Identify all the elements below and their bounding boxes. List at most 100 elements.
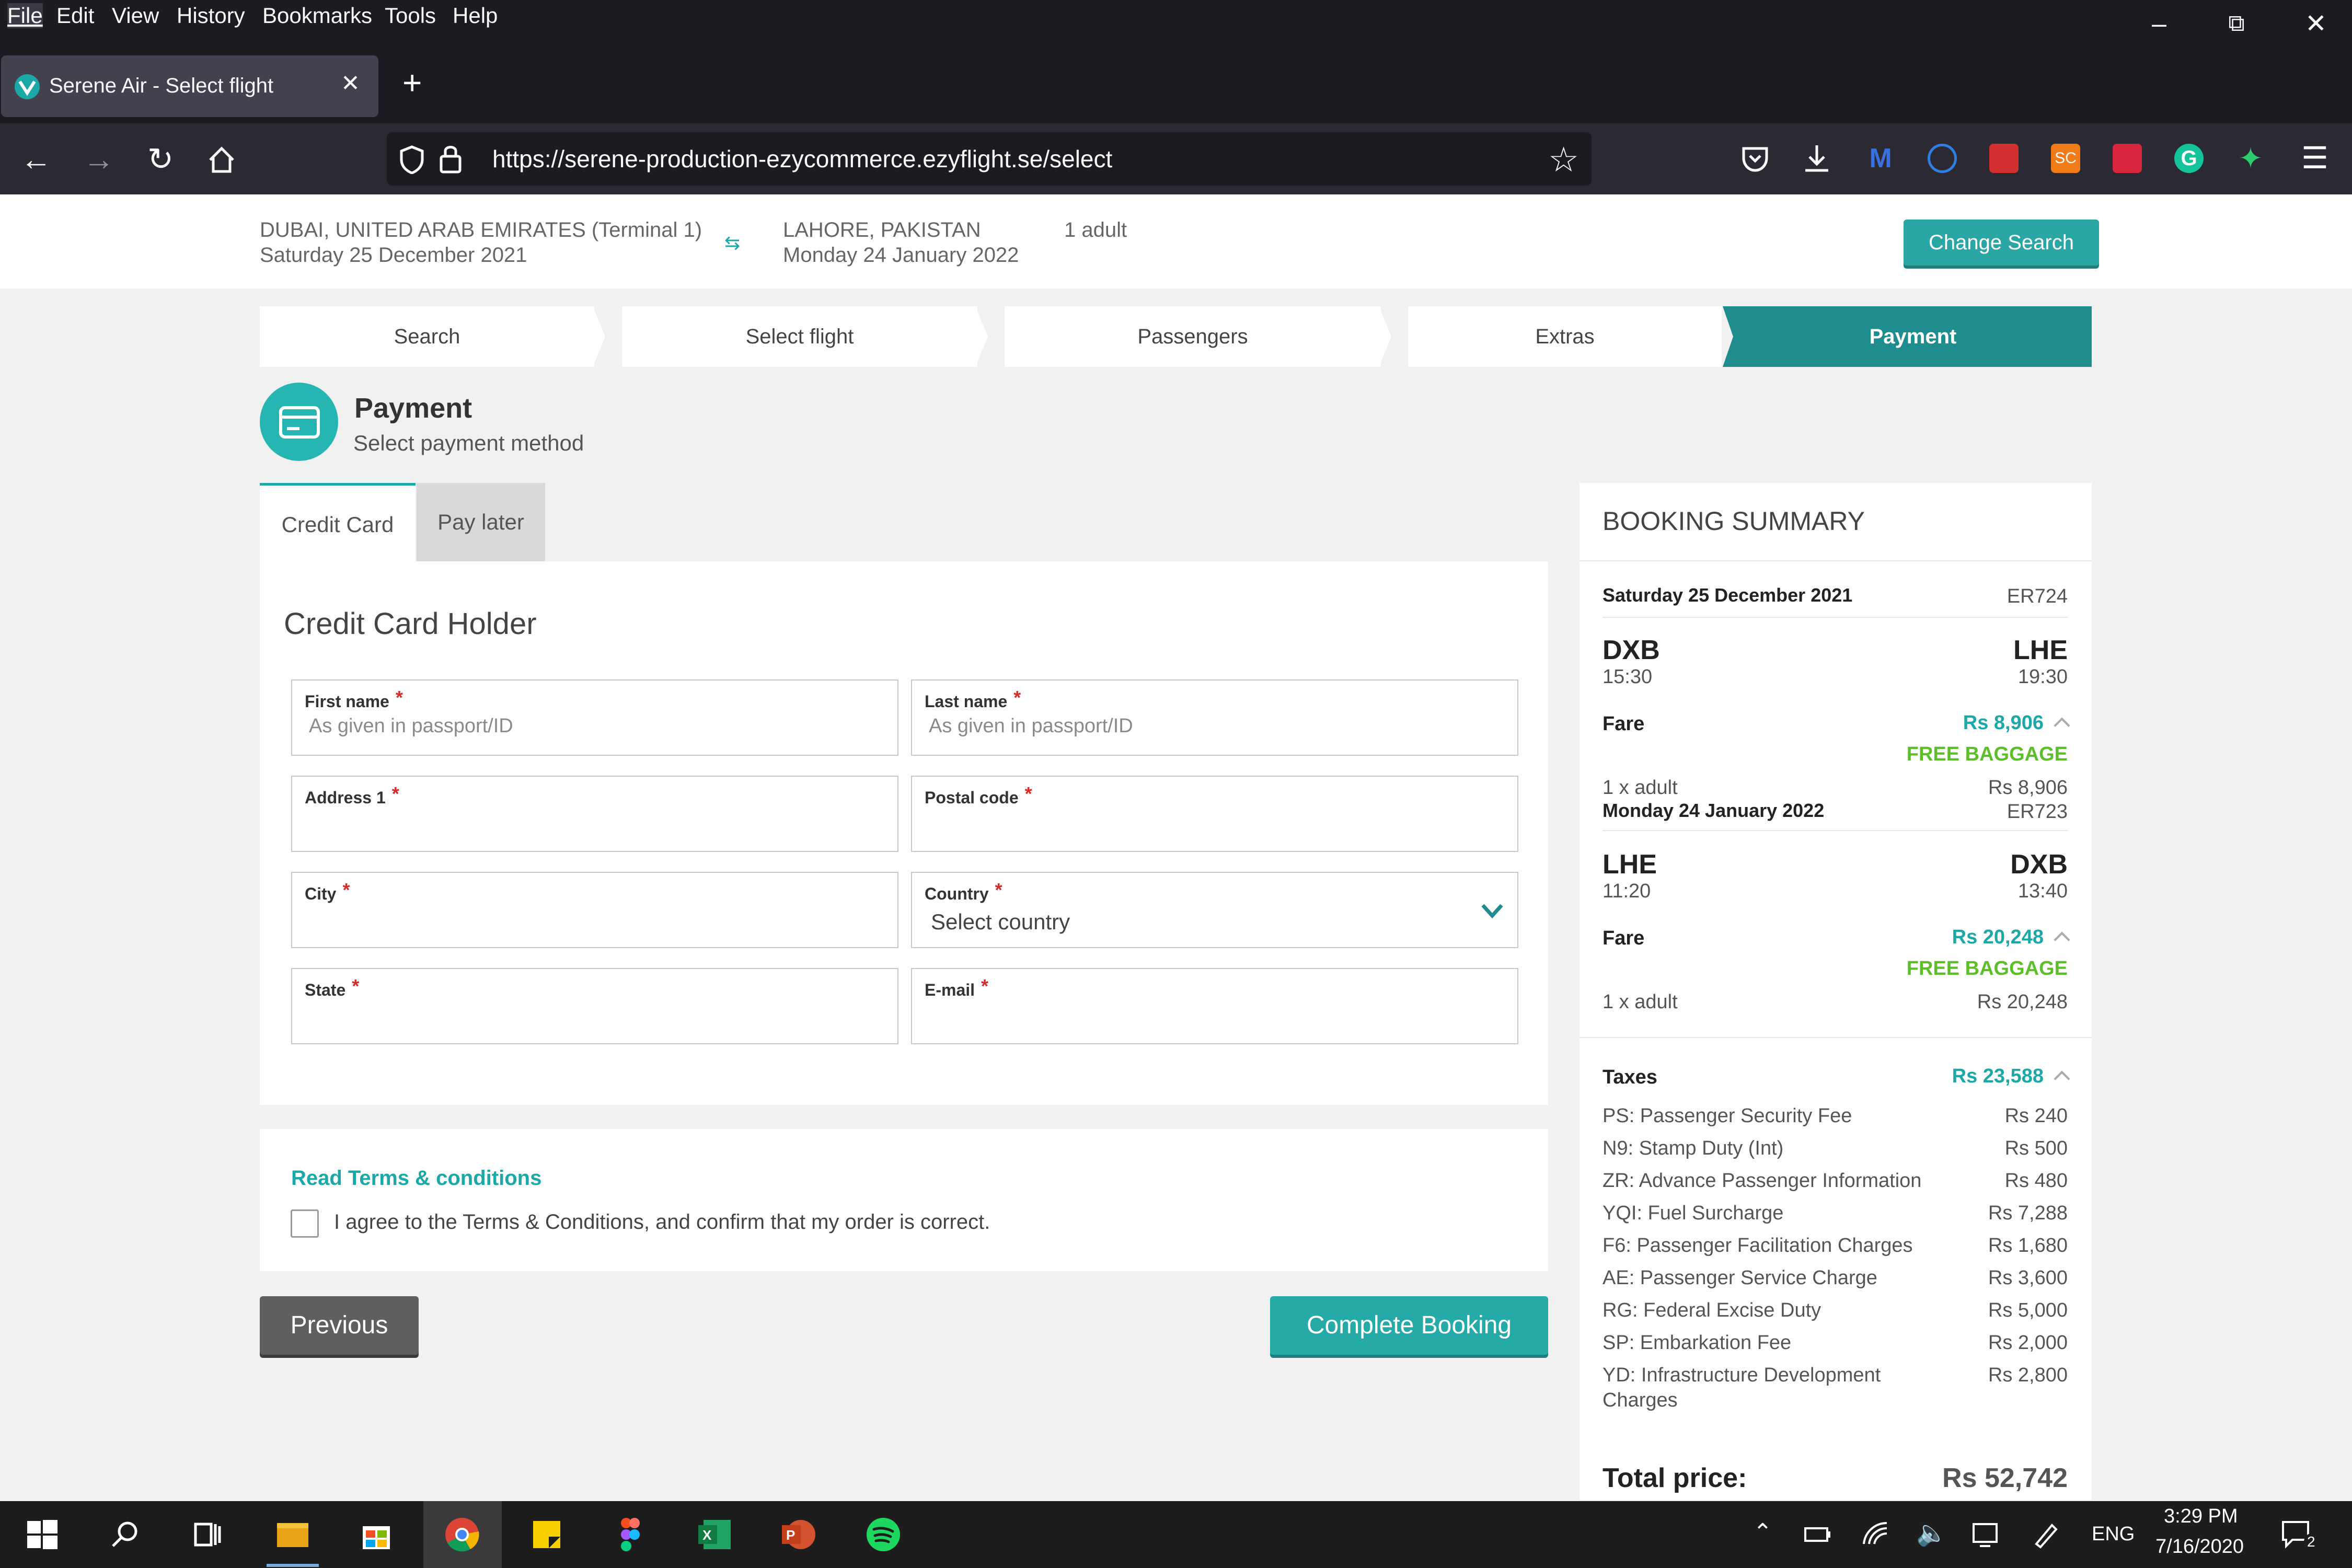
search-icon[interactable] <box>107 1516 144 1553</box>
country-select[interactable]: Country * Select country <box>911 872 1518 948</box>
terms-checkbox[interactable] <box>291 1209 319 1238</box>
last-name-placeholder: As given in passport/ID <box>929 715 1133 737</box>
spotify-icon[interactable] <box>864 1516 902 1553</box>
tab-credit-card[interactable]: Credit Card <box>260 483 416 561</box>
back-icon[interactable]: ← <box>13 136 60 183</box>
city-field[interactable]: City * <box>291 872 898 948</box>
tax-item-amount: Rs 240 <box>2004 1105 2068 1127</box>
menu-edit[interactable]: Edit <box>56 3 94 28</box>
city-label: City <box>305 884 337 903</box>
country-label: Country <box>925 884 989 903</box>
new-tab-icon[interactable]: + <box>402 66 422 99</box>
chevron-up-icon[interactable] <box>2054 931 2070 948</box>
figma-icon[interactable] <box>612 1516 649 1553</box>
postal-code-field[interactable]: Postal code * <box>911 776 1518 852</box>
menu-file[interactable]: File <box>7 3 43 28</box>
outbound-to-code: LHE <box>2013 635 2068 665</box>
hamburger-menu-icon[interactable]: ☰ <box>2291 135 2338 182</box>
change-search-button[interactable]: Change Search <box>1904 220 2099 266</box>
extension-green-icon[interactable]: ✦ <box>2236 144 2265 173</box>
extension-m-icon[interactable] <box>2113 144 2142 173</box>
lock-icon[interactable] <box>439 144 462 174</box>
menu-bookmarks[interactable]: Bookmarks <box>262 3 372 28</box>
menu-help[interactable]: Help <box>453 3 498 28</box>
terms-link[interactable]: Read Terms & conditions <box>291 1167 541 1190</box>
credit-card-form: Credit Card Holder First name * As given … <box>260 561 1548 1105</box>
chevron-up-icon[interactable] <box>2054 717 2070 734</box>
wifi-icon[interactable] <box>1862 1521 1891 1548</box>
last-name-field[interactable]: Last name * As given in passport/ID <box>911 679 1518 756</box>
step-extras[interactable]: Extras <box>1408 306 1722 367</box>
step-select-flight[interactable]: Select flight <box>622 306 977 367</box>
shield-icon[interactable] <box>398 145 425 174</box>
volume-icon[interactable]: 🔈 <box>1916 1518 1947 1548</box>
step-payment[interactable]: Payment <box>1734 306 2092 367</box>
payment-icon <box>260 383 338 461</box>
required-mark: * <box>981 975 989 997</box>
extension-sc-icon[interactable]: SC <box>2051 144 2080 173</box>
url-bar[interactable]: https://serene-production-ezycommerce.ez… <box>387 132 1592 186</box>
battery-icon[interactable] <box>1803 1523 1832 1546</box>
divider <box>1602 617 2068 618</box>
inbound-flight-number: ER723 <box>2007 801 2068 823</box>
onepassword-extension-icon[interactable] <box>1928 144 1957 173</box>
tax-item-amount: Rs 5,000 <box>1988 1299 2068 1321</box>
menu-history[interactable]: History <box>177 3 245 28</box>
forward-icon[interactable]: → <box>75 136 122 183</box>
previous-button[interactable]: Previous <box>260 1296 419 1355</box>
tab-close-icon[interactable]: ✕ <box>341 70 360 97</box>
tab-pay-later[interactable]: Pay later <box>417 483 545 561</box>
clock-date[interactable]: 7/16/2020 <box>2155 1536 2244 1558</box>
grammarly-extension-icon[interactable]: G <box>2174 144 2204 173</box>
tray-chevron-up-icon[interactable]: ⌃ <box>1753 1519 1772 1546</box>
file-explorer-icon[interactable] <box>274 1516 312 1553</box>
chrome-icon[interactable] <box>443 1516 481 1553</box>
origin-city: DUBAI, UNITED ARAB EMIRATES (Terminal 1) <box>260 218 702 241</box>
terms-section: Read Terms & conditions I agree to the T… <box>260 1129 1548 1271</box>
outbound-pax: 1 x adult <box>1602 777 1678 799</box>
active-app-indicator <box>267 1564 319 1567</box>
bookmark-star-icon[interactable]: ☆ <box>1548 140 1579 180</box>
address1-field[interactable]: Address 1 * <box>291 776 898 852</box>
card-icon <box>279 406 320 439</box>
chevron-down-icon[interactable] <box>1480 902 1505 920</box>
pen-workspace-icon[interactable] <box>2031 1520 2060 1549</box>
menu-tools[interactable]: Tools <box>385 3 436 28</box>
inbound-date: Monday 24 January 2022 <box>1602 800 1825 821</box>
tax-item-amount: Rs 3,600 <box>1988 1267 2068 1289</box>
language-indicator[interactable]: ENG <box>2092 1523 2135 1546</box>
step-passengers[interactable]: Passengers <box>1005 306 1381 367</box>
powerpoint-icon[interactable]: P <box>780 1516 817 1553</box>
chevron-up-icon[interactable] <box>2054 1070 2070 1087</box>
extension-red-icon[interactable] <box>1989 144 2019 173</box>
windows-start-icon[interactable] <box>23 1516 61 1553</box>
outbound-to-time: 19:30 <box>2017 666 2068 688</box>
sticky-notes-icon[interactable] <box>528 1516 566 1553</box>
complete-booking-button[interactable]: Complete Booking <box>1270 1296 1548 1355</box>
tax-item-name: YQI: Fuel Surcharge <box>1602 1202 1784 1224</box>
device-sync-icon[interactable] <box>1970 1521 2000 1548</box>
origin-date: Saturday 25 December 2021 <box>260 244 527 267</box>
tax-item-name: N9: Stamp Duty (Int) <box>1602 1137 1784 1159</box>
inbound-to-time: 13:40 <box>2017 880 2068 902</box>
required-mark: * <box>342 879 350 901</box>
tax-item-amount: Rs 7,288 <box>1988 1202 2068 1224</box>
microsoft-store-icon[interactable] <box>358 1516 395 1553</box>
download-icon[interactable] <box>1802 143 1831 175</box>
email-field[interactable]: E-mail * <box>911 968 1518 1044</box>
clock-time[interactable]: 3:29 PM <box>2164 1505 2238 1528</box>
home-icon[interactable] <box>207 145 236 175</box>
pocket-icon[interactable] <box>1740 144 1770 174</box>
menu-view[interactable]: View <box>112 3 159 28</box>
first-name-field[interactable]: First name * As given in passport/ID <box>291 679 898 756</box>
task-view-icon[interactable] <box>188 1516 226 1553</box>
excel-icon[interactable]: X <box>696 1516 734 1553</box>
malwarebytes-extension-icon[interactable]: M <box>1866 144 1895 173</box>
step-search[interactable]: Search <box>260 306 594 367</box>
reload-icon[interactable]: ↻ <box>137 136 184 183</box>
payment-title: Payment <box>354 393 472 424</box>
first-name-placeholder: As given in passport/ID <box>309 715 513 737</box>
browser-tab[interactable]: Serene Air - Select flight ✕ <box>1 55 378 117</box>
state-field[interactable]: State * <box>291 968 898 1044</box>
url-text[interactable]: https://serene-production-ezycommerce.ez… <box>492 145 1112 173</box>
